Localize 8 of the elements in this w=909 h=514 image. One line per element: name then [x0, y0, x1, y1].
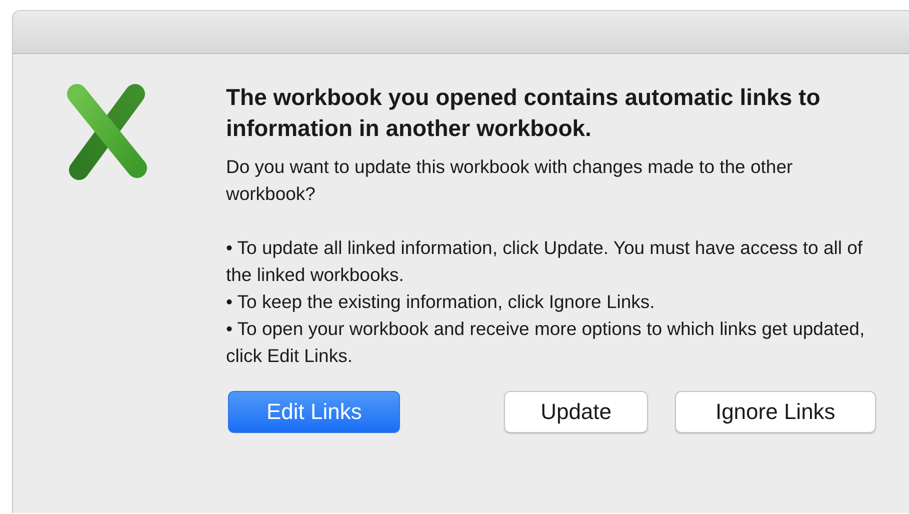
dialog-heading: The workbook you opened contains automatic links to information in another workbook.	[226, 83, 822, 143]
default-button[interactable]: Edit Links	[228, 391, 400, 433]
dialog-question: Do you want to update this workbook with changes made to the other workbook?	[226, 155, 794, 206]
dialog-button[interactable]: Ignore Links	[674, 391, 876, 433]
instruction-text: • To keep the existing information, click Ignore Links.	[226, 290, 656, 314]
instruction-text: • To open your workbook and receive more options to which links get updated, click Edit Links.	[226, 317, 866, 368]
dialog-button[interactable]: Update	[504, 391, 648, 433]
instruction-text: • To update all linked information, click Update. You must have access to all of the linked workbooks.	[226, 236, 864, 287]
